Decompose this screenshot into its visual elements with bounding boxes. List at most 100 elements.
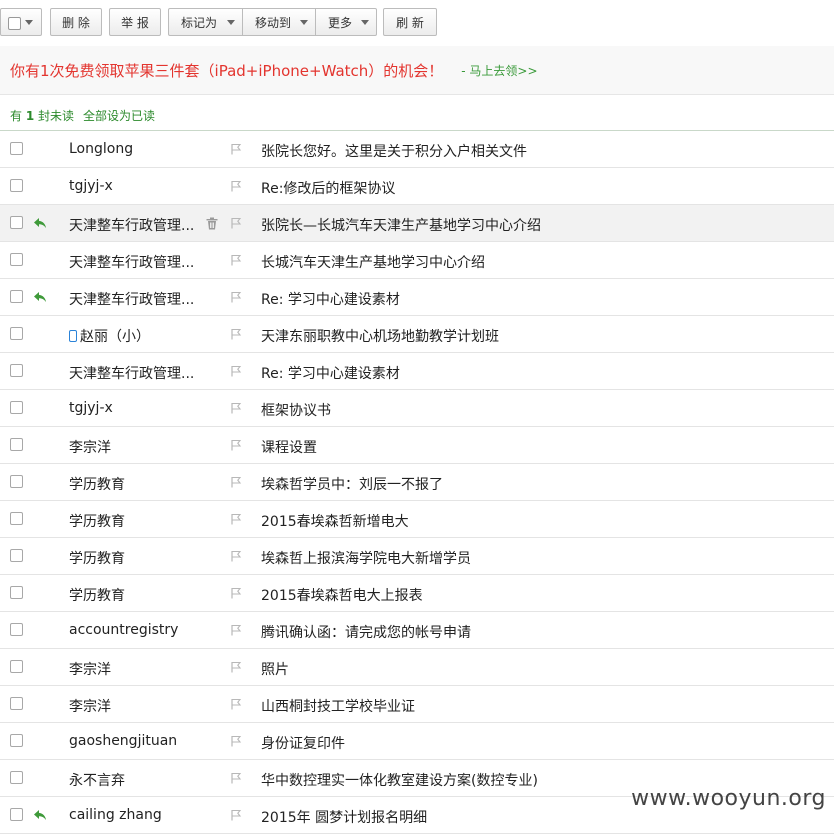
row-checkbox[interactable] [10,808,23,821]
mail-row[interactable]: 学历教育 埃森哲学员中：刘辰一不报了 [0,464,834,501]
row-checkbox[interactable] [10,290,23,303]
mail-subject: 张院长您好。这里是关于积分入户相关文件 [261,144,527,160]
flag-icon[interactable] [230,180,242,192]
mail-row[interactable]: Longlong 张院长您好。这里是关于积分入户相关文件 [0,131,834,168]
mark-all-read-link[interactable]: 全部设为已读 [83,107,155,124]
row-checkbox[interactable] [10,179,23,192]
mail-sender: 学历教育 [69,585,197,605]
mark-as-dropdown[interactable]: 标记为 [168,8,243,36]
mail-row[interactable]: tgjyj-x Re:修改后的框架协议 [0,168,834,205]
move-to-dropdown[interactable]: 移动到 [243,8,316,36]
unread-count-text: 有 1 封未读 [10,109,75,123]
row-checkbox[interactable] [10,771,23,784]
mail-subject: 天津东丽职教中心机场地勤教学计划班 [261,329,499,345]
toolbar: 删 除 举 报 标记为 移动到 更多 刷 新 [0,0,834,44]
mail-subject: 长城汽车天津生产基地学习中心介绍 [261,255,485,271]
mail-subject: Re: 学习中心建设素材 [261,292,400,308]
row-checkbox[interactable] [10,549,23,562]
mail-row[interactable]: accountregistry 腾讯确认函：请完成您的帐号申请 [0,612,834,649]
row-checkbox[interactable] [10,623,23,636]
mail-row[interactable]: 赵丽（小） 天津东丽职教中心机场地勤教学计划班 [0,316,834,353]
row-checkbox[interactable] [10,734,23,747]
mail-row[interactable]: 学历教育 2015春埃森哲新增电大 [0,501,834,538]
mail-sender: cailing zhang [69,807,197,823]
flag-icon[interactable] [230,439,242,451]
replied-icon [33,291,47,303]
flag-icon[interactable] [230,550,242,562]
more-dropdown[interactable]: 更多 [316,8,377,36]
flag-icon[interactable] [230,661,242,673]
row-checkbox[interactable] [10,586,23,599]
flag-icon[interactable] [230,365,242,377]
mail-row[interactable]: 天津整车行政管理... Re: 学习中心建设素材 [0,279,834,316]
row-checkbox[interactable] [10,512,23,525]
mail-subject: 照片 [261,662,289,678]
flag-icon[interactable] [230,291,242,303]
mail-sender: 天津整车行政管理... [69,289,197,309]
mail-row[interactable]: 李宗洋 山西桐封技工学校毕业证 [0,686,834,723]
mail-row[interactable]: 天津整车行政管理... 张院长—长城汽车天津生产基地学习中心介绍 [0,205,834,242]
mobile-phone-icon [69,330,77,342]
delete-button[interactable]: 删 除 [50,8,102,36]
flag-icon[interactable] [230,735,242,747]
select-all-dropdown[interactable] [0,8,42,36]
flag-icon[interactable] [230,809,242,821]
row-checkbox[interactable] [10,142,23,155]
row-checkbox[interactable] [10,697,23,710]
mail-row[interactable]: tgjyj-x 框架协议书 [0,390,834,427]
flag-icon[interactable] [230,772,242,784]
row-checkbox[interactable] [10,660,23,673]
mail-sender-label: tgjyj-x [69,400,113,416]
flag-icon[interactable] [230,587,242,599]
action-group: 标记为 移动到 更多 [168,8,377,36]
flag-icon[interactable] [230,143,242,155]
mail-subject: 埃森哲上报滨海学院电大新增学员 [261,551,471,567]
mark-as-label: 标记为 [181,15,218,30]
row-checkbox[interactable] [10,253,23,266]
row-checkbox[interactable] [10,327,23,340]
mail-sender: Longlong [69,141,197,157]
mail-row[interactable]: 天津整车行政管理... Re: 学习中心建设素材 [0,353,834,390]
mail-sender: tgjyj-x [69,178,197,194]
mail-sender-label: 天津整车行政管理... [69,366,195,382]
mail-subject: Re:修改后的框架协议 [261,181,396,197]
mail-row[interactable]: 天津整车行政管理... 长城汽车天津生产基地学习中心介绍 [0,242,834,279]
promo-link[interactable]: - 马上去领>> [461,62,537,79]
mail-row[interactable]: 学历教育 埃森哲上报滨海学院电大新增学员 [0,538,834,575]
flag-icon[interactable] [230,624,242,636]
row-checkbox[interactable] [10,475,23,488]
chevron-down-icon [300,20,308,25]
flag-icon[interactable] [230,254,242,266]
mail-sender-label: 学历教育 [69,551,125,567]
flag-icon[interactable] [230,402,242,414]
promo-text: 你有1次免费领取苹果三件套（iPad+iPhone+Watch）的机会！ [10,61,444,80]
mail-sender-label: 赵丽（小） [80,329,150,345]
replied-icon [33,809,47,821]
trash-icon[interactable] [206,217,218,230]
flag-icon[interactable] [230,328,242,340]
row-checkbox[interactable] [10,216,23,229]
refresh-button[interactable]: 刷 新 [383,8,437,36]
mail-subject: 山西桐封技工学校毕业证 [261,699,415,715]
flag-icon[interactable] [230,217,242,229]
mail-row[interactable]: 李宗洋 课程设置 [0,427,834,464]
mail-subject: 张院长—长城汽车天津生产基地学习中心介绍 [261,218,541,234]
row-checkbox[interactable] [10,438,23,451]
row-checkbox[interactable] [10,401,23,414]
mail-subject: 2015春埃森哲电大上报表 [261,588,423,604]
mail-row[interactable]: 李宗洋 照片 [0,649,834,686]
mail-row[interactable]: gaoshengjituan 身份证复印件 [0,723,834,760]
row-checkbox[interactable] [10,364,23,377]
select-all-checkbox[interactable] [8,17,21,30]
mail-sender: 天津整车行政管理... [69,252,197,272]
flag-icon[interactable] [230,513,242,525]
mail-sender-label: 李宗洋 [69,440,111,456]
flag-icon[interactable] [230,698,242,710]
mail-subject: 身份证复印件 [261,736,345,752]
report-button[interactable]: 举 报 [109,8,161,36]
watermark: www.wooyun.org [631,786,826,811]
promo-banner: 你有1次免费领取苹果三件套（iPad+iPhone+Watch）的机会！ - 马… [0,46,834,95]
mail-row[interactable]: 学历教育 2015春埃森哲电大上报表 [0,575,834,612]
flag-icon[interactable] [230,476,242,488]
mail-subject: 2015年 圆梦计划报名明细 [261,810,428,826]
